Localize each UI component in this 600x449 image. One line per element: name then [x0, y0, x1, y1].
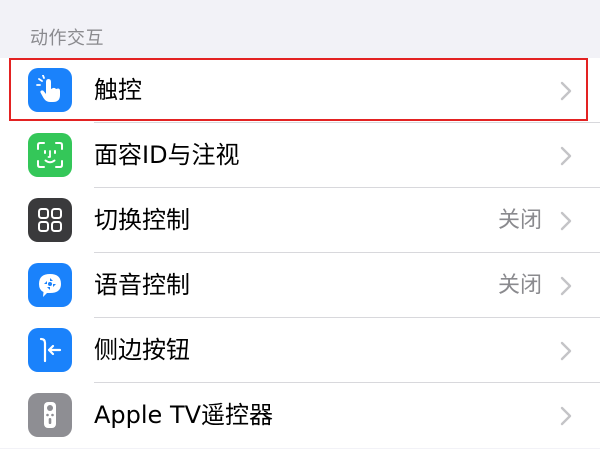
- settings-row-face-id[interactable]: 面容ID与注视: [0, 123, 600, 188]
- row-label: 触控: [94, 76, 142, 104]
- chevron-right-icon: [560, 406, 572, 426]
- chevron-right-icon: [560, 146, 572, 166]
- settings-row-voice-control[interactable]: 语音控制 关闭: [0, 253, 600, 318]
- side-button-icon: [28, 328, 72, 372]
- chevron-right-icon: [560, 341, 572, 361]
- chevron-right-icon: [560, 276, 572, 296]
- settings-row-switch-control[interactable]: 切换控制 关闭: [0, 188, 600, 253]
- voice-control-icon: [28, 263, 72, 307]
- chevron-right-icon: [560, 211, 572, 231]
- tv-remote-icon: [28, 393, 72, 437]
- chevron-right-icon: [560, 81, 572, 101]
- settings-list: 触控 面容ID与注视 切换控制 关闭 语音控制 关闭 侧边按钮 Apple TV…: [0, 58, 600, 448]
- row-value: 关闭: [497, 208, 542, 233]
- settings-row-side-button[interactable]: 侧边按钮: [0, 318, 600, 383]
- settings-row-touch[interactable]: 触控: [0, 58, 600, 123]
- hand-touch-icon: [28, 68, 72, 112]
- row-label: 语音控制: [94, 271, 190, 299]
- settings-row-tv-remote[interactable]: Apple TV遥控器: [0, 383, 600, 448]
- row-label: 切换控制: [94, 206, 190, 234]
- row-label: 面容ID与注视: [94, 141, 240, 169]
- row-value: 关闭: [497, 273, 542, 298]
- row-label: 侧边按钮: [94, 336, 190, 364]
- section-header: 动作交互: [30, 28, 104, 49]
- switch-control-icon: [28, 198, 72, 242]
- face-id-icon: [28, 133, 72, 177]
- row-label: Apple TV遥控器: [94, 401, 274, 429]
